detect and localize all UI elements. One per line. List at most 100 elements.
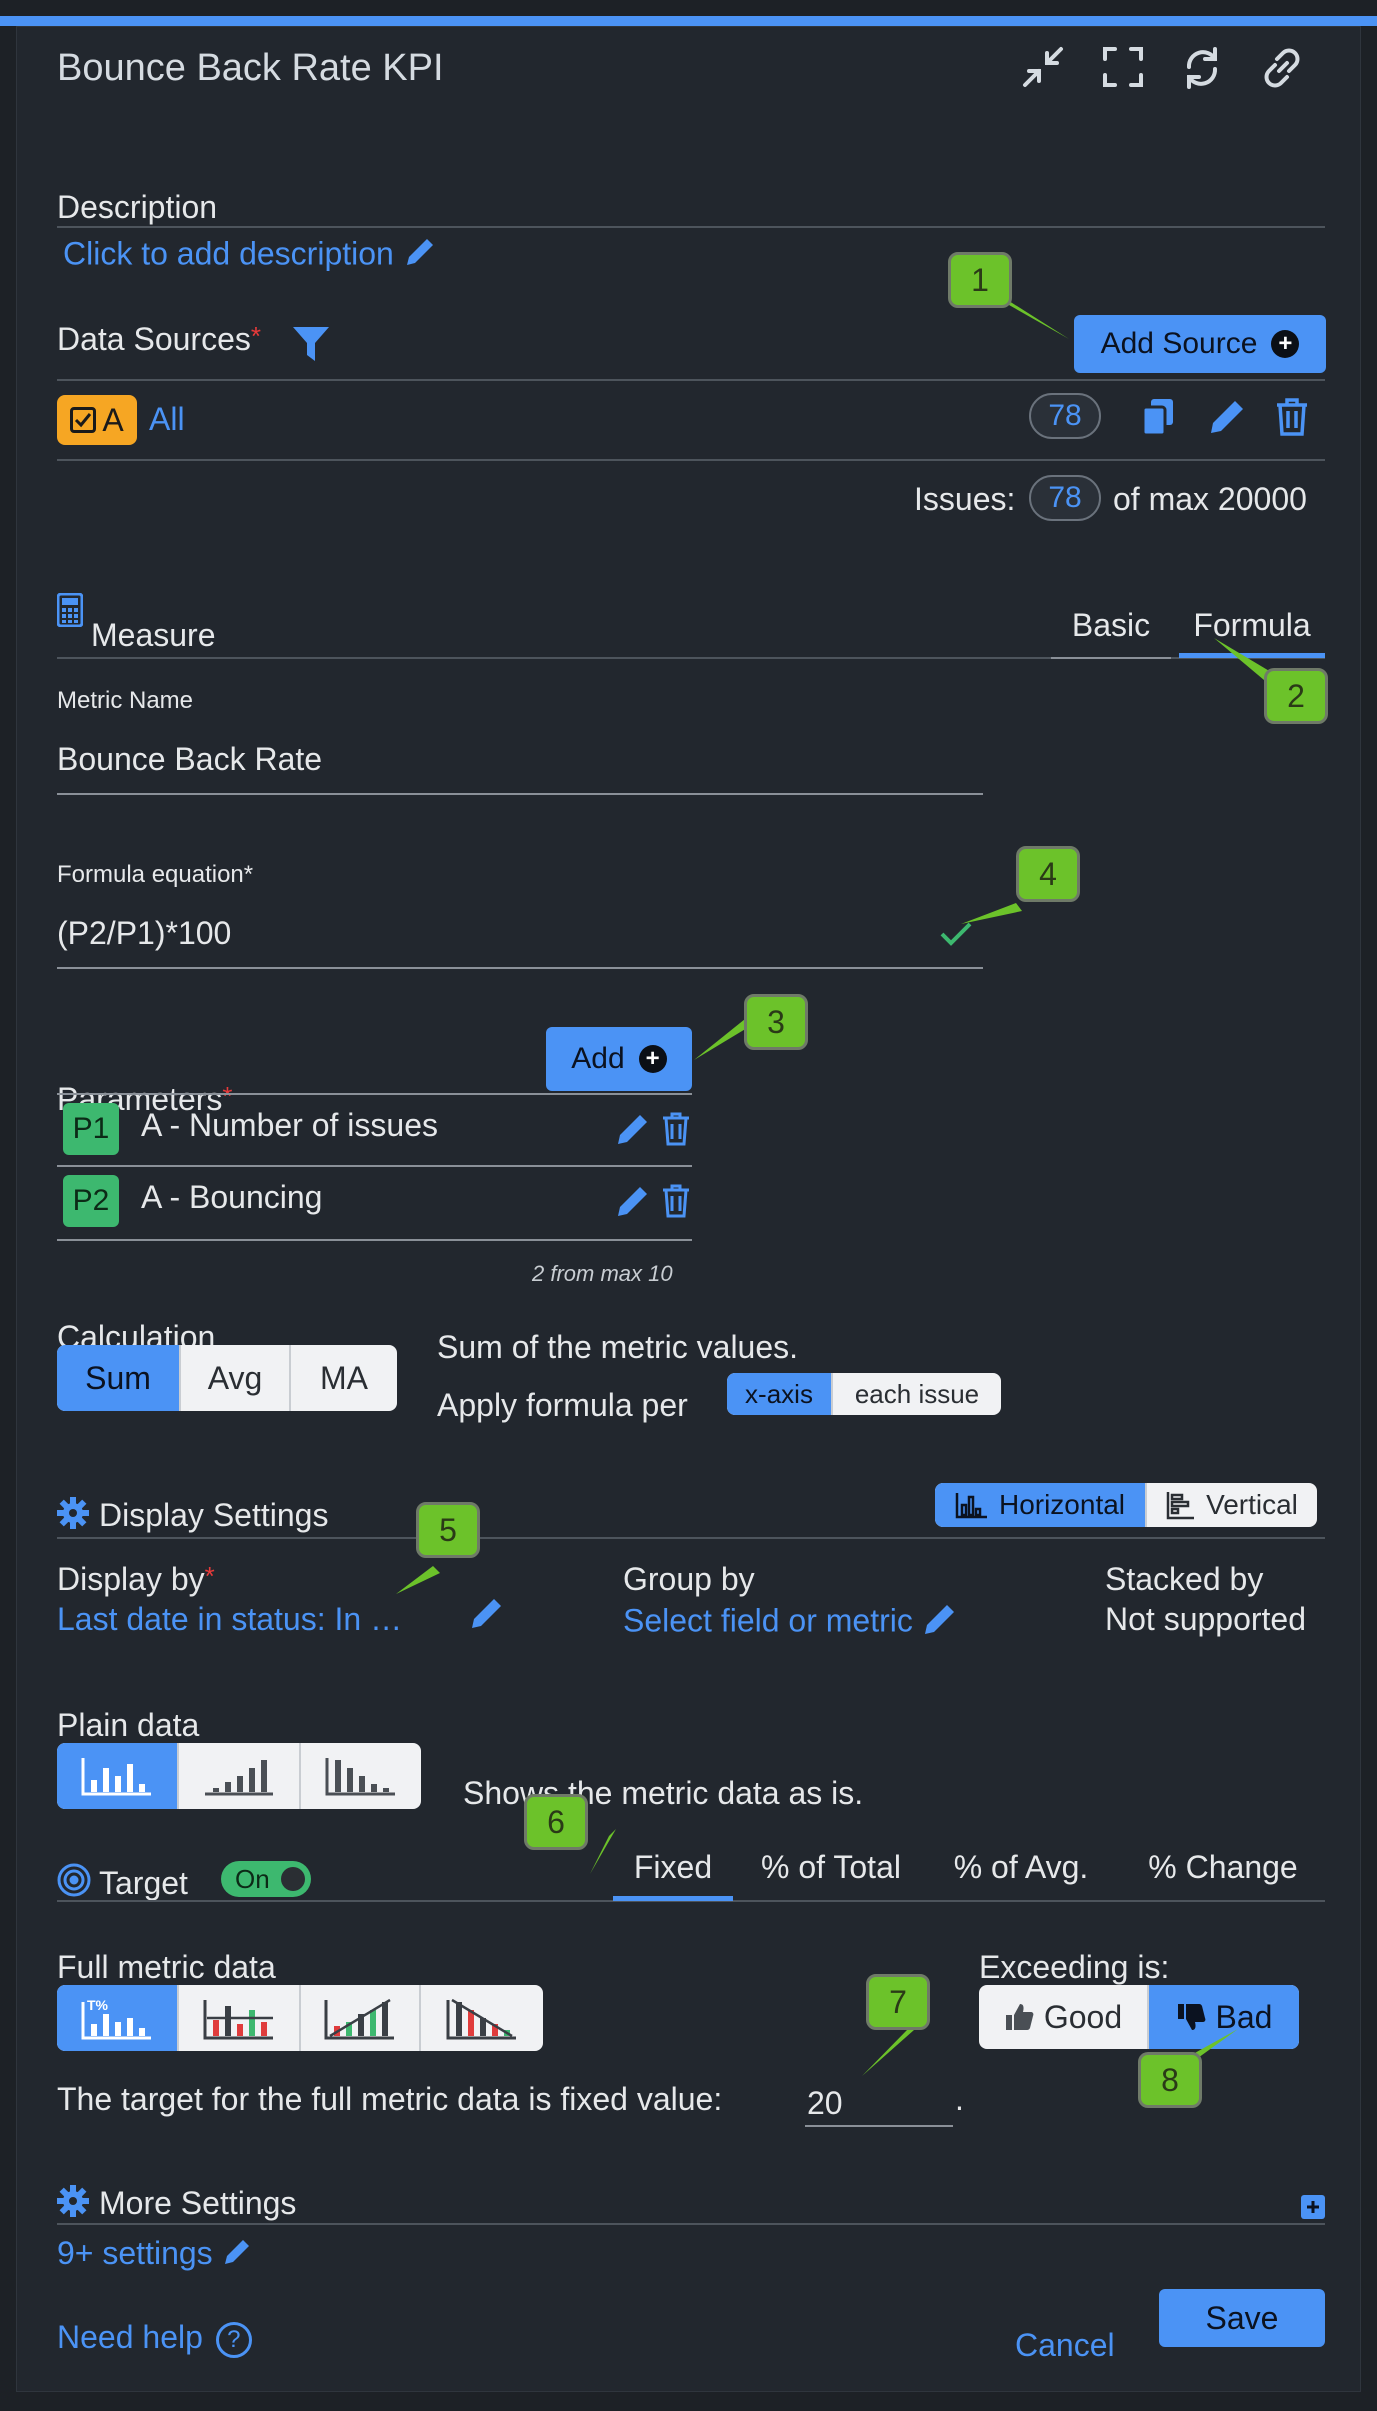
edit-icon[interactable]	[615, 1111, 649, 1152]
plain-data-label: Plain data	[57, 1707, 200, 1743]
add-parameter-button[interactable]: Add +	[546, 1027, 692, 1091]
target-chart-option-3[interactable]	[301, 1985, 421, 2051]
plain-chart-option-2[interactable]	[179, 1743, 301, 1809]
param-limit: 2 from max 10	[532, 1261, 673, 1286]
metric-name-input[interactable]: Bounce Back Rate	[57, 741, 322, 778]
kpi-editor-panel: Bounce Back Rate KPI Description Click t…	[16, 26, 1361, 2392]
copy-icon[interactable]	[1139, 397, 1177, 442]
target-toggle[interactable]: On	[221, 1861, 311, 1897]
source-name[interactable]: All	[149, 401, 185, 438]
callout-2: 2	[1264, 668, 1328, 724]
orientation-horizontal[interactable]: Horizontal	[935, 1483, 1147, 1527]
apply-formula-label: Apply formula per	[437, 1387, 688, 1423]
calculation-toggle: Sum Avg MA	[57, 1345, 397, 1411]
plain-chart-option-3[interactable]	[301, 1743, 421, 1809]
formula-input[interactable]: (P2/P1)*100	[57, 915, 231, 952]
calculator-icon	[56, 592, 84, 632]
tab-formula[interactable]: Formula	[1179, 607, 1325, 644]
need-help-text[interactable]: Need help	[57, 2319, 203, 2355]
apply-formula-toggle: x-axis each issue	[727, 1373, 1001, 1415]
calc-ma-option[interactable]: MA	[291, 1345, 397, 1411]
display-settings-label: Display Settings	[99, 1497, 329, 1533]
callout-3: 3	[744, 994, 808, 1050]
tab-percent-total[interactable]: % of Total	[739, 1849, 923, 1886]
tab-percent-change[interactable]: % Change	[1121, 1849, 1325, 1886]
display-by-text: Display by	[57, 1561, 205, 1597]
more-settings-label: More Settings	[99, 2185, 297, 2221]
target-chart-option-1[interactable]: T%	[57, 1985, 179, 2051]
divider	[57, 459, 1325, 461]
callout-8: 8	[1138, 2052, 1202, 2108]
tab-basic-underline	[1051, 657, 1171, 659]
thumbs-up-icon	[1005, 2004, 1034, 2030]
stacked-by-label: Stacked by	[1105, 1561, 1264, 1597]
pencil-icon	[222, 2237, 252, 2275]
group-by-text[interactable]: Select field or metric	[623, 1602, 913, 1638]
exceeding-bad-label: Bad	[1215, 1998, 1273, 2035]
param-name-p1: A - Number of issues	[141, 1107, 438, 1143]
tab-fixed[interactable]: Fixed	[613, 1849, 733, 1886]
gear-icon	[57, 1497, 89, 1534]
minimize-icon[interactable]	[1021, 45, 1065, 94]
orientation-toggle: Horizontal Vertical	[935, 1483, 1317, 1527]
divider	[57, 2223, 1325, 2225]
trash-icon[interactable]	[661, 1183, 691, 1224]
plain-data-chart-toggle	[57, 1743, 421, 1809]
need-help-link[interactable]: Need help ?	[57, 2319, 252, 2358]
display-by-label: Display by*	[57, 1561, 215, 1598]
edit-icon[interactable]	[1207, 397, 1245, 442]
ascending-bar-icon	[205, 1760, 273, 1796]
filter-icon[interactable]	[293, 327, 329, 366]
more-settings-link-text[interactable]: 9+ settings	[57, 2235, 213, 2271]
description-label: Description	[57, 189, 218, 225]
fixed-target-text: The target for the full metric data is f…	[57, 2081, 723, 2117]
apply-each-issue-option[interactable]: each issue	[833, 1373, 1001, 1415]
trash-icon[interactable]	[661, 1111, 691, 1152]
target-trend-up-icon	[324, 1998, 394, 2040]
edit-icon[interactable]	[615, 1183, 649, 1224]
calc-sum-option[interactable]: Sum	[57, 1345, 181, 1411]
plain-chart-option-1[interactable]	[57, 1743, 179, 1809]
add-source-button[interactable]: Add Source +	[1074, 315, 1326, 373]
cancel-button[interactable]: Cancel	[1015, 2327, 1115, 2364]
formula-label: Formula equation*	[57, 861, 254, 888]
group-by-value[interactable]: Select field or metric	[623, 1601, 958, 1645]
more-settings-link[interactable]: 9+ settings	[57, 2235, 252, 2275]
thumbs-down-icon	[1177, 2004, 1205, 2030]
calc-avg-option[interactable]: Avg	[181, 1345, 291, 1411]
exceeding-bad-option[interactable]: Bad	[1149, 1985, 1299, 2049]
issues-count-badge: 78	[1029, 475, 1101, 521]
bar-chart-icon	[955, 1493, 987, 1519]
edit-icon[interactable]	[469, 1595, 505, 1636]
toggle-knob	[281, 1867, 305, 1891]
save-button[interactable]: Save	[1159, 2289, 1325, 2347]
tab-basic[interactable]: Basic	[1051, 607, 1171, 644]
target-chart-option-4[interactable]	[421, 1985, 543, 2051]
refresh-icon[interactable]	[1179, 45, 1225, 96]
fullscreen-icon[interactable]	[1101, 45, 1145, 94]
checkbox-icon[interactable]	[70, 407, 97, 433]
exceeding-good-option[interactable]: Good	[979, 1985, 1149, 2049]
callout-4: 4	[1016, 846, 1080, 902]
help-icon: ?	[215, 2321, 252, 2358]
tab-percent-avg[interactable]: % of Avg.	[931, 1849, 1111, 1886]
calculation-description: Sum of the metric values.	[437, 1329, 799, 1365]
add-description-link[interactable]: Click to add description	[63, 235, 437, 277]
link-icon[interactable]	[1259, 45, 1305, 96]
source-badge[interactable]: A	[57, 395, 137, 445]
target-icon	[57, 1863, 91, 1902]
display-by-value[interactable]: Last date in status: In …	[57, 1601, 402, 1638]
fixed-target-input[interactable]: 20	[807, 2085, 843, 2122]
orientation-vertical[interactable]: Vertical	[1147, 1483, 1317, 1527]
expand-plus-icon[interactable]	[1301, 2195, 1325, 2224]
target-trend-down-icon	[446, 1998, 516, 2040]
add-description-text[interactable]: Click to add description	[63, 235, 394, 271]
trash-icon[interactable]	[1275, 397, 1309, 442]
target-chart-option-2[interactable]	[179, 1985, 301, 2051]
target-label: Target	[99, 1865, 188, 1901]
apply-xaxis-option[interactable]: x-axis	[727, 1373, 833, 1415]
add-parameter-label: Add	[571, 1042, 625, 1075]
tab-formula-underline	[1179, 653, 1325, 658]
pencil-icon	[922, 1601, 958, 1645]
param-name-p2: A - Bouncing	[141, 1179, 323, 1215]
